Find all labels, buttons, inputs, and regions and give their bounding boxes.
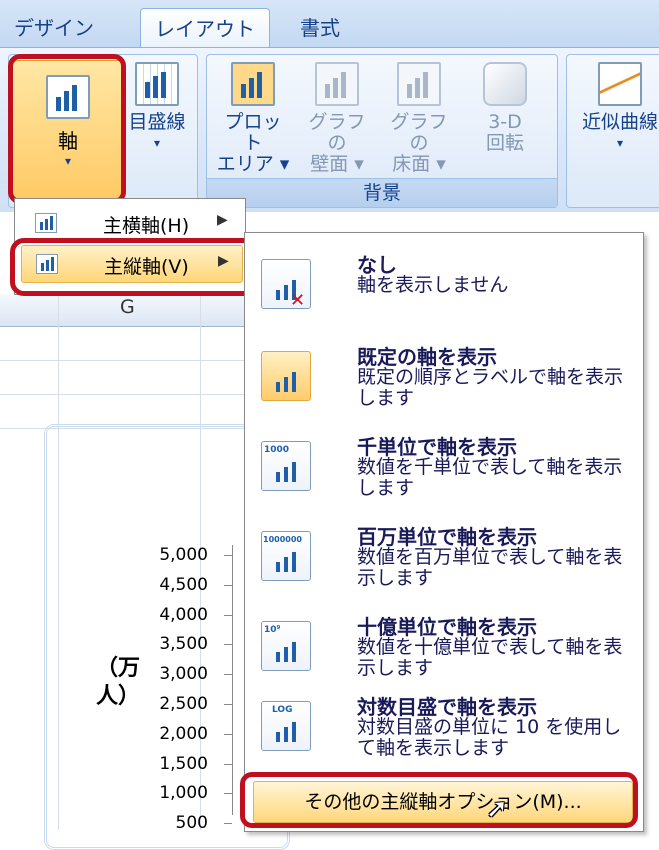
chart-wall-button[interactable]: グラフの 壁面 ▾ [302,62,372,175]
y-axis-tick-label: 3,000 [159,664,208,685]
no-axis-icon: ✕ [261,259,311,311]
default-axis-icon [261,351,311,401]
y-axis-tick-mark [224,555,232,556]
gridlines-icon [135,62,179,106]
trendline-label: 近似曲線 [581,111,658,133]
chart-wall-icon [315,62,359,106]
millions-tag: 1000000 [263,535,302,544]
option-log-scale-axis[interactable]: LOG 対数目盛で軸を表示 対数目盛の単位に 10 を使用して軸を表示します [245,691,643,781]
y-axis-tick-mark [224,793,232,795]
3d-rotation-button[interactable]: 3-D 回転 [470,62,540,154]
mouse-cursor-icon: ➚ [486,794,508,824]
3d-rotation-label-1: 3-D [488,111,522,133]
thousands-axis-icon: 1000 [261,441,311,491]
column-header-g[interactable]: G [120,296,135,318]
y-axis-tick-mark [224,614,232,616]
y-axis-tick-mark [224,823,232,825]
chart-floor-label-1: グラフの [390,111,448,154]
thousands-tag: 1000 [264,445,290,455]
option-millions-axis[interactable]: 1000000 百万単位で軸を表示 数値を百万単位で表して軸を表示します [245,521,643,611]
ribbon-tab-bar: デザイン レイアウト 書式 [0,0,659,49]
option-default-axis[interactable]: 既定の軸を表示 既定の順序とラベルで軸を表示します [245,341,643,431]
y-axis-tick-label: 2,500 [159,694,208,714]
tab-format[interactable]: 書式 [300,12,340,44]
3d-rotation-label-2: 回転 [485,132,524,154]
plot-area-icon [231,62,275,106]
option-description: 対数目盛の単位に 10 を使用して軸を表示します [357,716,622,759]
y-axis-title: （万人） [96,656,141,709]
plot-area-button[interactable]: プロット エリア ▾ [216,62,290,175]
gridline [0,360,250,361]
gridline [0,394,250,395]
y-axis-tick-mark [224,584,232,586]
option-billions-axis[interactable]: 10⁹ 十億単位で軸を表示 数値を十億単位で表して軸を表示します [245,611,643,701]
chart-wall-label-1: グラフの [308,111,366,154]
tab-layout[interactable]: レイアウト [140,8,270,49]
y-axis-tick-label: 500 [175,813,208,834]
chart-wall-label-2: 壁面 ▾ [310,153,364,175]
y-axis-tick-mark [224,704,232,705]
3d-rotation-icon [483,62,527,106]
callout-outline-more-options [240,772,638,828]
y-axis-tick-label: 4,000 [159,604,208,625]
gridlines-label: 目盛線 [128,111,186,133]
option-description: 既定の順序とラベルで軸を表示します [357,366,624,409]
gridlines-button[interactable]: 目盛線 ▾ [126,62,188,154]
tab-design[interactable]: デザイン [14,12,94,44]
background-group-label: 背景 [207,178,557,207]
y-axis-tick-label: 2,000 [159,723,208,744]
chevron-down-icon: ▾ [616,136,624,150]
plot-area-label-2: エリア ▾ [216,153,290,175]
vertical-axis-options-menu: ✕ なし 軸を表示しません 既定の軸を表示 既定の順序とラベルで軸を表示します … [244,232,644,832]
y-axis-tick-mark [224,674,232,676]
primary-horizontal-axis-item[interactable]: 主横軸(H) ▶ [21,205,241,241]
chart-floor-icon [397,62,441,106]
primary-horizontal-axis-label: 主横軸(H) [103,215,190,237]
y-axis-tick-mark [224,644,232,646]
option-thousands-axis[interactable]: 1000 千単位で軸を表示 数値を千単位で表して軸を表示します [245,431,643,521]
y-axis-tick-label: 3,500 [159,634,208,655]
log-scale-axis-icon: LOG [261,701,311,751]
option-description: 軸を表示しません [357,274,509,296]
callout-outline-vertical-axis [10,238,266,296]
option-description: 数値を千単位で表して軸を表示します [357,456,623,499]
y-axis-tick-label: 5,000 [159,545,208,565]
chevron-down-icon: ▾ [153,136,161,150]
submenu-arrow-icon: ▶ [217,212,228,228]
trendline-icon [598,62,642,106]
option-none[interactable]: ✕ なし 軸を表示しません [245,249,643,339]
y-axis-tick-mark [224,733,232,735]
billions-axis-icon: 10⁹ [261,621,311,671]
y-axis-tick-label: 1,500 [159,753,208,774]
chart-floor-label-2: 床面 ▾ [392,153,446,175]
y-axis-tick-label: 1,000 [159,783,208,804]
chart-floor-button[interactable]: グラフの 床面 ▾ [384,62,454,175]
log-tag: LOG [272,705,293,715]
callout-outline-axes [8,54,126,204]
y-axis-tick-mark [224,763,232,765]
trendline-button[interactable]: 近似曲線 ▾ [574,62,659,154]
billions-tag: 10⁹ [264,625,281,635]
option-description: 数値を十億単位で表して軸を表示します [357,636,623,679]
y-axis-line [232,545,233,815]
millions-axis-icon: 1000000 [261,531,311,581]
y-axis-tick-label: 4,500 [159,574,208,595]
axis-menu-icon [35,213,57,233]
option-description: 数値を百万単位で表して軸を表示します [357,546,623,589]
plot-area-label-1: プロット [224,111,282,154]
